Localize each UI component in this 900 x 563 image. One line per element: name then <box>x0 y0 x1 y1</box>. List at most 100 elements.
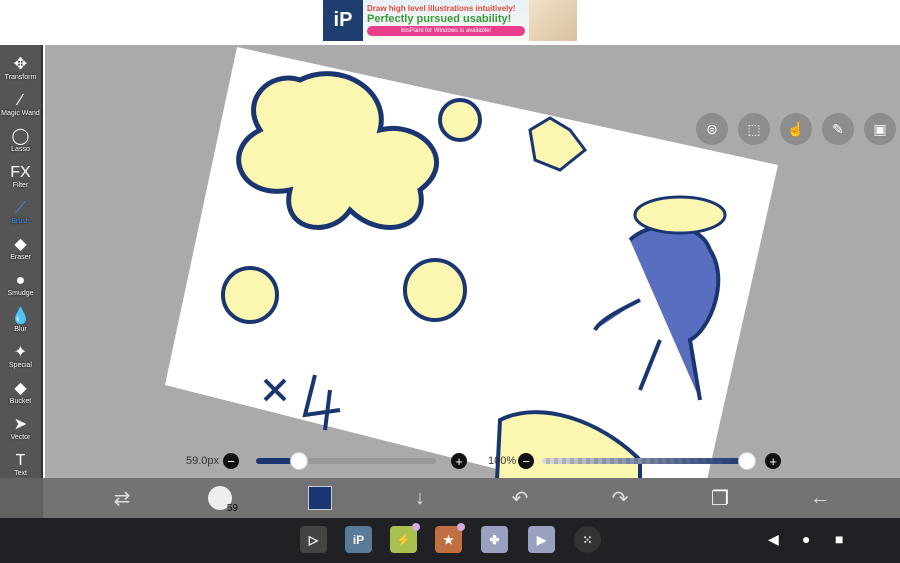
arrow-down-icon: ↓ <box>415 486 425 509</box>
undo-button[interactable]: ↶ <box>505 484 535 512</box>
lightning-icon: ⚡ <box>396 532 411 547</box>
play-store-icon: ▷ <box>308 532 319 547</box>
tool-label: Eraser <box>10 254 31 261</box>
opacity-slider[interactable] <box>542 452 757 470</box>
tool-transform[interactable]: ✥ Transform <box>0 45 41 81</box>
tool-label: Special <box>9 362 32 369</box>
drawing-paw <box>221 266 279 324</box>
tool-switch-button[interactable]: ⇄ <box>107 484 137 512</box>
tool-sidebar: ✥ Transform ⁄ Magic Wand ◯ Lasso FX Filter ⟋ Brus… <box>0 45 43 518</box>
canvas-toggle-button[interactable]: ⊜ <box>696 113 728 145</box>
smudge-icon: ● <box>15 272 26 289</box>
bottom-toolbar: ⇄ 59 ↓ ↶ ↷ ❐ ← <box>0 478 900 518</box>
hand-tool-button[interactable]: ☝ <box>780 113 812 145</box>
image-icon: ▣ <box>873 120 887 137</box>
tool-brush[interactable]: ⟋ Brush <box>0 189 41 225</box>
video-icon: ▶ <box>536 532 547 547</box>
tool-filter[interactable]: FX Filter <box>0 153 41 189</box>
move-icon: ✥ <box>13 56 28 73</box>
app-video[interactable]: ▶ <box>528 526 555 553</box>
opacity-minus-button[interactable]: − <box>518 453 535 469</box>
layers-button[interactable]: ❐ <box>705 484 735 512</box>
tool-lasso[interactable]: ◯ Lasso <box>0 117 41 153</box>
tool-label: Text <box>14 470 27 477</box>
grid-icon: ⁙ <box>582 532 593 547</box>
opacity-label: 100% <box>488 455 517 467</box>
brush-preview-icon: 59 <box>208 486 238 514</box>
tool-label: Smudge <box>7 290 34 297</box>
arrow-left-icon: ← <box>810 486 830 509</box>
back-button[interactable]: ← <box>805 484 835 512</box>
current-color-swatch <box>308 486 332 510</box>
brush-size-slider[interactable] <box>256 452 437 470</box>
canvas-area[interactable]: ⊜ ⬚ ☝ ✎ ▣ <box>45 45 900 478</box>
filter-icon: FX <box>10 164 31 181</box>
brush-size-badge: 59 <box>226 503 238 514</box>
reference-image-button[interactable]: ▣ <box>864 113 896 145</box>
swap-icon: ⇄ <box>113 487 131 510</box>
tool-eraser[interactable]: ◆ Eraser <box>0 225 41 261</box>
nav-back-button[interactable]: ◀ <box>768 531 779 548</box>
vector-icon: ➤ <box>13 416 28 433</box>
banner-line-1: Draw high level illustrations intuitivel… <box>367 4 516 13</box>
app-game[interactable]: ★ <box>435 523 465 553</box>
brush-icon: ⟋ <box>14 200 27 217</box>
brush-size-label: 59.0px <box>186 455 220 467</box>
text-icon: T <box>15 452 26 469</box>
undo-icon: ↶ <box>511 487 529 510</box>
app-lightning[interactable]: ⚡ <box>390 523 420 553</box>
app-pinwheel[interactable]: ✤ <box>481 526 508 553</box>
eraser-icon: ◆ <box>14 236 27 253</box>
opacity-plus-button[interactable]: + <box>765 453 782 469</box>
banner-line-3: ibisPaint for Windows is available! <box>367 26 525 36</box>
tool-text[interactable]: T Text <box>0 441 41 477</box>
tool-label: Vector <box>10 434 31 441</box>
redo-button[interactable]: ↷ <box>605 484 635 512</box>
blur-icon: 💧 <box>10 308 31 325</box>
nav-home-button[interactable]: ● <box>802 531 810 547</box>
brush-size-minus-button[interactable]: − <box>223 453 240 469</box>
tool-special[interactable]: ✦ Special <box>0 333 41 369</box>
drawing-paw <box>438 98 482 142</box>
tool-magic-wand[interactable]: ⁄ Magic Wand <box>0 81 41 117</box>
opacity-slider-knob[interactable] <box>738 452 757 470</box>
tool-vector[interactable]: ➤ Vector <box>0 405 41 441</box>
brush-size-slider-knob[interactable] <box>290 452 309 470</box>
special-icon: ✦ <box>13 344 28 361</box>
tool-bucket[interactable]: ◆ Bucket <box>0 369 41 405</box>
brush-size-plus-button[interactable]: + <box>451 453 468 469</box>
android-navigation-bar: ▷ iP ⚡ ★ ✤ ▶ ⁙ ◀ ● ■ <box>0 518 900 563</box>
app-drawer-button[interactable]: ⁙ <box>574 526 601 553</box>
redo-icon: ↷ <box>611 487 629 510</box>
tool-smudge[interactable]: ● Smudge <box>0 261 41 297</box>
opacity-slider-row: 100% − + <box>488 452 782 470</box>
tool-label: Brush <box>11 218 30 225</box>
layers-icon: ❐ <box>711 487 729 510</box>
color-picker-button[interactable] <box>305 484 335 512</box>
banner-line-2: Perfectly pursued usability! <box>367 13 512 25</box>
tool-label: Transform <box>4 74 37 81</box>
ibispaint-icon: iP <box>352 532 365 547</box>
tool-blur[interactable]: 💧 Blur <box>0 297 41 333</box>
selection-icon: ⬚ <box>747 120 761 137</box>
magic-wand-icon: ⁄ <box>19 92 22 109</box>
drawing-canvas[interactable] <box>45 45 900 478</box>
selection-button[interactable]: ⬚ <box>738 113 770 145</box>
ruler-button[interactable]: ✎ <box>822 113 854 145</box>
hand-icon: ☝ <box>787 120 805 137</box>
bucket-icon: ◆ <box>14 380 27 397</box>
ruler-icon: ✎ <box>832 120 844 137</box>
download-button[interactable]: ↓ <box>405 484 435 512</box>
drawing-paw <box>403 258 467 322</box>
tool-label: Magic Wand <box>1 110 40 117</box>
game-icon: ★ <box>443 532 454 547</box>
ad-banner[interactable]: iP Draw high level illustrations intuiti… <box>323 0 577 41</box>
banner-character-image <box>529 0 577 41</box>
ibispaint-app[interactable]: iP <box>345 526 372 553</box>
ibispaint-logo: iP <box>323 0 363 41</box>
tool-label: Lasso <box>11 146 30 153</box>
nav-recents-button[interactable]: ■ <box>835 531 843 547</box>
play-store-app[interactable]: ▷ <box>300 526 327 553</box>
brush-picker-button[interactable]: 59 <box>205 484 238 514</box>
pinwheel-icon: ✤ <box>489 532 500 547</box>
